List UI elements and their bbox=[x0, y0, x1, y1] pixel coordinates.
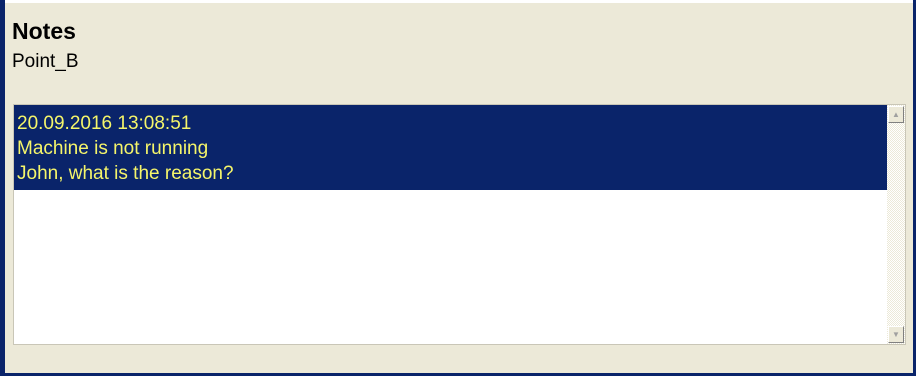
window-top-edge bbox=[5, 0, 913, 3]
note-text-line: John, what is the reason? bbox=[17, 163, 234, 184]
notes-list-box[interactable]: 20.09.2016 13:08:51 Machine is not runni… bbox=[13, 104, 906, 345]
panel-title: Notes bbox=[12, 18, 76, 44]
notes-list[interactable]: 20.09.2016 13:08:51 Machine is not runni… bbox=[14, 105, 889, 344]
panel-subtitle: Point_B bbox=[12, 51, 79, 72]
vertical-scrollbar[interactable]: ▲ ▼ bbox=[887, 105, 905, 344]
arrow-up-icon: ▲ bbox=[892, 109, 900, 119]
note-timestamp: 20.09.2016 13:08:51 bbox=[17, 113, 192, 134]
note-text-line: Machine is not running bbox=[17, 138, 209, 159]
notes-window: Notes Point_B 20.09.2016 13:08:51 Machin… bbox=[0, 0, 916, 376]
scroll-down-button[interactable]: ▼ bbox=[888, 326, 904, 343]
arrow-down-icon: ▼ bbox=[892, 329, 900, 339]
scroll-up-button[interactable]: ▲ bbox=[888, 106, 904, 123]
note-entry-selected[interactable]: 20.09.2016 13:08:51 Machine is not runni… bbox=[14, 105, 889, 190]
